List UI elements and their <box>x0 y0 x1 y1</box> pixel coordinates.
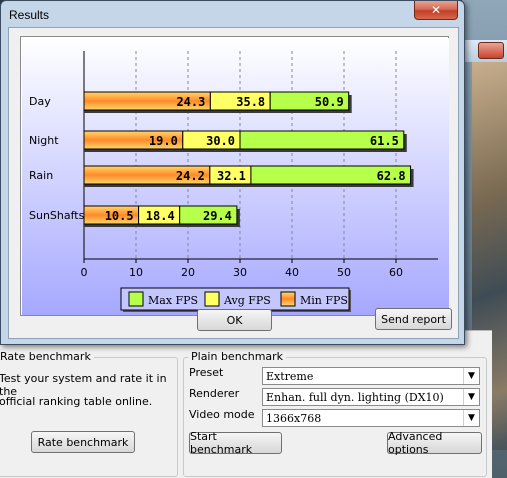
video-mode-label: Video mode <box>189 408 255 421</box>
x-tick-label: 50 <box>337 266 351 279</box>
chevron-down-icon[interactable]: ▼ <box>463 368 479 384</box>
renderer-label: Renderer <box>189 387 240 400</box>
fps-chart: 0 10 20 30 40 50 60 Day 24.3 35.8 50.9 Night 19.0 30.… <box>20 36 449 316</box>
benchmark-dialog: Rate benchmark Test your system and rate… <box>0 330 492 478</box>
data-label: 19.0 <box>149 134 178 148</box>
chevron-down-icon[interactable]: ▼ <box>463 410 479 426</box>
plain-benchmark-title: Plain benchmark <box>188 350 287 363</box>
category-label: Day <box>29 95 51 108</box>
data-label: 35.8 <box>236 95 265 109</box>
rate-benchmark-title: Rate benchmark <box>0 350 94 363</box>
x-tick-label: 20 <box>181 266 195 279</box>
legend-swatch <box>128 291 144 307</box>
x-tick-label: 0 <box>81 266 88 279</box>
video-mode-value: 1366x768 <box>266 412 322 425</box>
legend-label: Min FPS <box>300 294 348 307</box>
rate-benchmark-button[interactable]: Rate benchmark <box>31 431 135 453</box>
results-client-area: 0 10 20 30 40 50 60 Day 24.3 35.8 50.9 Night 19.0 30.… <box>8 27 459 339</box>
data-label: 30.0 <box>206 134 235 148</box>
preset-select[interactable]: Extreme ▼ <box>262 367 480 385</box>
data-label: 10.5 <box>105 209 134 223</box>
legend-label: Avg FPS <box>223 294 271 307</box>
video-mode-select[interactable]: 1366x768 ▼ <box>262 409 480 427</box>
data-label: 18.4 <box>146 209 175 223</box>
data-label: 24.3 <box>176 95 205 109</box>
preset-label: Preset <box>189 366 224 379</box>
data-label: 50.9 <box>315 95 344 109</box>
start-benchmark-button[interactable]: Start benchmark <box>189 430 282 456</box>
data-label: 32.1 <box>217 169 246 183</box>
legend-swatch <box>204 291 220 307</box>
category-label: Night <box>29 134 59 147</box>
x-tick-label: 40 <box>285 266 299 279</box>
close-icon[interactable]: ✕ <box>414 1 458 20</box>
category-label: SunShafts <box>29 209 85 222</box>
renderer-select[interactable]: Enhan. full dyn. lighting (DX10) ▼ <box>262 388 480 406</box>
results-window: Results ✕ 0 10 20 30 40 50 60 Day 24.3 35.8 50.9 N <box>0 0 465 345</box>
x-tick-label: 30 <box>233 266 247 279</box>
background-close-button[interactable] <box>478 42 504 59</box>
legend-swatch <box>280 291 296 307</box>
advanced-options-button[interactable]: Advanced options <box>387 430 482 456</box>
plain-benchmark-group: Plain benchmark Preset Extreme ▼ Rendere… <box>183 350 487 477</box>
data-label: 62.8 <box>377 169 406 183</box>
renderer-value: Enhan. full dyn. lighting (DX10) <box>266 391 444 404</box>
category-label: Rain <box>29 169 53 182</box>
chevron-down-icon[interactable]: ▼ <box>463 389 479 405</box>
legend-label: Max FPS <box>148 294 198 307</box>
x-tick-label: 10 <box>129 266 143 279</box>
ok-button[interactable]: OK <box>197 309 272 331</box>
x-tick-label: 60 <box>389 266 403 279</box>
data-label: 61.5 <box>370 134 399 148</box>
rate-description-line2: official ranking table online. <box>0 395 153 408</box>
data-label: 24.2 <box>176 169 205 183</box>
chart-svg: 0 10 20 30 40 50 60 Day 24.3 35.8 50.9 Night 19.0 30.… <box>22 38 449 315</box>
data-label: 29.4 <box>203 209 232 223</box>
send-report-button[interactable]: Send report <box>375 308 452 330</box>
window-title: Results <box>9 8 50 22</box>
rate-benchmark-group: Rate benchmark Test your system and rate… <box>0 350 178 477</box>
preset-value: Extreme <box>266 370 314 383</box>
